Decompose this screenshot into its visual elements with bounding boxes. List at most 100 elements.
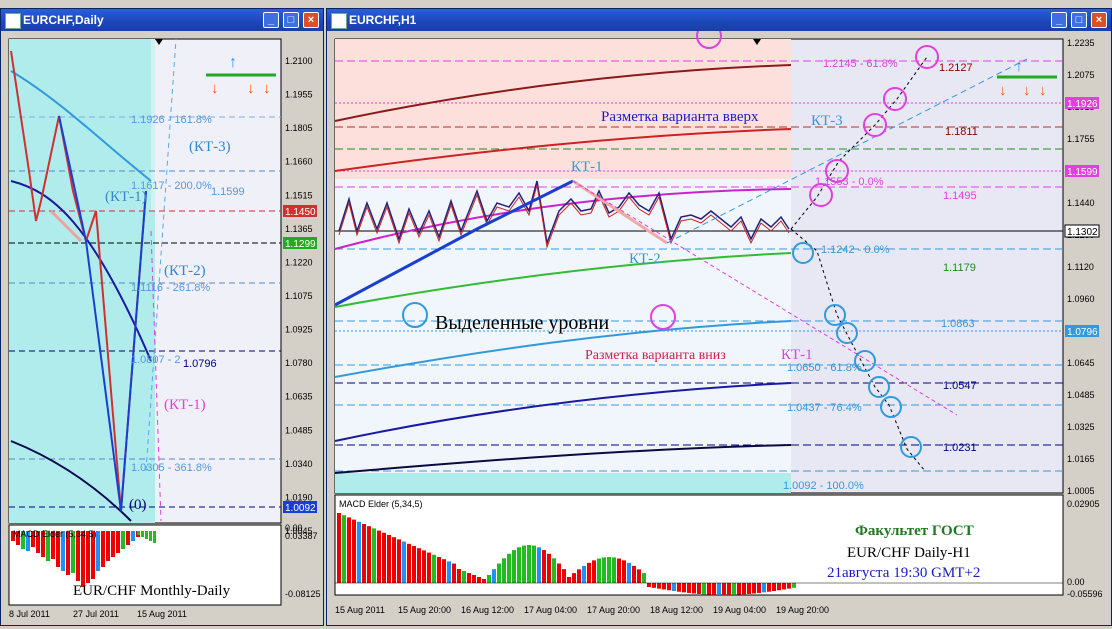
macd-bar [126,531,130,545]
price-badge: 1.1299 [285,239,316,250]
price-tick: 1.1805 [285,123,313,133]
macd-bar [452,563,456,583]
macd-bar [472,575,476,583]
kt2-label: КТ-2 [629,251,661,267]
price-badge: 1.0092 [285,503,316,514]
close-button[interactable]: × [303,12,319,28]
wave-label: (КТ-2) [164,263,206,279]
macd-bar [667,583,671,591]
macd-bar [662,583,666,590]
h1-price-chart[interactable]: 1.22351.20751.19151.17551.15951.14401.12… [327,31,1111,625]
macd-bar [762,583,766,593]
price-badge: 1.1450 [285,207,316,218]
macd-bar [352,519,356,583]
daily-window-titlebar[interactable]: EURCHF,Daily _ □ × [1,9,323,31]
down-arrow-icon: ↓ [263,80,271,97]
macd-tick: 0.03387 [285,531,318,541]
up-arrow-icon: ↑ [229,54,237,71]
x-tick: 15 Aug 2011 [335,605,385,615]
macd-bar [522,545,526,583]
macd-tick: 0.02905 [1067,499,1100,509]
maximize-button[interactable]: □ [283,12,299,28]
macd-bar [467,573,471,583]
date-label: 21августа 19:30 GMT+2 [827,565,980,581]
x-tick: 27 Jul 2011 [73,609,119,619]
macd-bar [527,545,531,583]
macd-bar [106,531,110,561]
macd-bar [737,583,741,595]
price-tick: 1.1075 [285,291,313,301]
price-tick: 1.0645 [1067,358,1095,368]
x-tick: 17 Aug 20:00 [587,605,640,615]
macd-bar [682,583,686,593]
macd-bar [362,524,366,583]
price-tick: 1.0960 [1067,294,1095,304]
macd-bar [577,569,581,583]
wave-label: (КТ-1) [164,397,206,413]
h1-chart-window[interactable]: EURCHF,H1 _ □ × 1.22351.20751.19151.1755… [326,8,1112,626]
macd-bar [502,558,506,583]
macd-bar [357,521,361,583]
fib-label: 1.0807 - 2 [131,354,181,366]
level-label: 1.0437 - 76.4% [787,402,862,414]
price-tick: 1.0340 [285,459,313,469]
macd-bar [447,561,451,583]
macd-bar [757,583,761,593]
macd-bar [532,545,536,583]
x-tick: 17 Aug 04:00 [524,605,577,615]
macd-bar [642,573,646,583]
price-tick: 1.0925 [285,325,313,335]
macd-bar [567,577,571,583]
macd-bar [487,575,491,583]
macd-bar [407,543,411,583]
wave-label: (КТ-1) [105,189,147,205]
x-tick: 8 Jul 2011 [9,609,50,619]
price-tick: 1.1365 [285,224,313,234]
minimize-button[interactable]: _ [1051,12,1067,28]
macd-bar [412,546,416,583]
macd-bar [392,537,396,583]
price-tick: 1.1515 [285,190,313,200]
macd-tick: -0.08125 [285,589,321,599]
macd-bar [627,562,631,583]
macd-bar [512,550,516,583]
down-arrow-icon: ↓ [1039,82,1047,99]
macd-bar [397,539,401,583]
maximize-button[interactable]: □ [1071,12,1087,28]
macd-bar [617,558,621,583]
minimize-button[interactable]: _ [263,12,279,28]
x-tick: 15 Aug 20:00 [398,605,451,615]
macd-bar [742,583,746,595]
close-button[interactable]: × [1091,12,1107,28]
macd-bar [602,557,606,583]
pair-label: EUR/CHF Daily-H1 [847,545,971,561]
price-tick: 1.0190 [285,492,313,502]
price-tick: 1.1755 [1067,134,1095,144]
x-tick: 15 Aug 2011 [137,609,187,619]
macd-label: MACD Elder (5,34,5) [339,499,423,509]
macd-bar [692,583,696,594]
daily-price-chart[interactable]: 1.2100 1.1955 1.1805 1.1660 1.1515 1.1365 1.12… [1,31,323,625]
macd-bar [387,535,391,583]
macd-bar [437,557,441,583]
macd-bar [597,558,601,583]
kt3-label: КТ-3 [811,113,843,129]
macd-bar [116,531,120,553]
level-label: 1.0547 [943,380,977,392]
h1-window-titlebar[interactable]: EURCHF,H1 _ □ × [327,9,1111,31]
kt1-down-label: КТ-1 [781,347,813,363]
macd-bar [337,513,341,583]
price-tick: 1.0635 [285,392,313,402]
daily-chart-window[interactable]: EURCHF,Daily _ □ × 1.2100 1.1955 1.1805 1.1… [0,8,324,626]
price-tick: 1.1220 [285,257,313,267]
level-label: 1.0863 [941,318,975,330]
fib-label: 1.1116 - 261.8% [131,282,210,294]
macd-bar [422,550,426,583]
x-tick: 19 Aug 20:00 [776,605,829,615]
wave-label: (0) [129,497,147,513]
macd-bar [722,583,726,595]
up-markup-label: Разметка варианта вверх [601,109,759,125]
price-tick: 1.1440 [1067,198,1095,208]
price-tick: 1.2100 [285,56,313,66]
price-tick: 1.1120 [1067,262,1094,272]
